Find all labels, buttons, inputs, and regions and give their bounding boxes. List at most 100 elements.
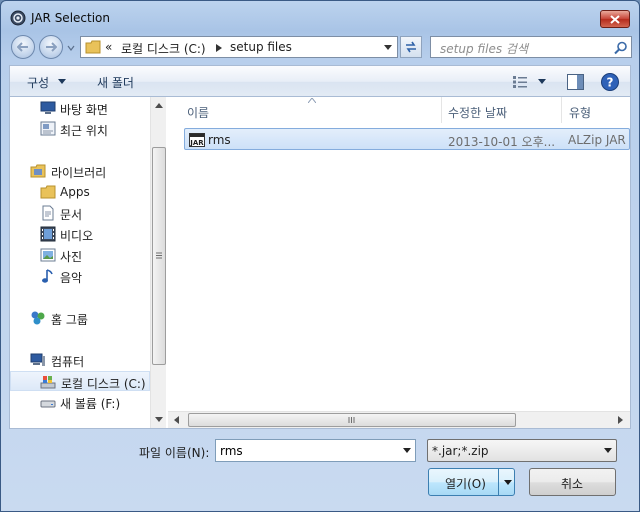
folder-icon (40, 185, 56, 199)
scroll-up-icon[interactable] (155, 103, 163, 108)
back-button[interactable] (11, 35, 35, 59)
sidebar-item-computer[interactable]: 컴퓨터 (10, 350, 150, 370)
grip-icon (348, 417, 355, 423)
open-split-button: 열기(O) (428, 468, 515, 496)
column-header-modified[interactable]: 수정한 날짜 (442, 97, 562, 123)
breadcrumb-separator-icon[interactable] (216, 44, 222, 52)
search-icon[interactable] (614, 41, 628, 55)
help-icon[interactable]: ? (601, 73, 619, 91)
sidebar-item-label: 라이브러리 (51, 166, 107, 180)
video-icon (40, 226, 56, 242)
view-list-icon[interactable] (512, 75, 528, 89)
recent-places-icon (40, 121, 56, 136)
file-dialog-window: JAR Selection « 로컬 디스크 (C:) setup files … (0, 0, 640, 512)
column-header-type[interactable]: 유형 (562, 97, 630, 123)
sidebar-item-label: 바탕 화면 (60, 103, 108, 117)
address-bar[interactable]: « 로컬 디스크 (C:) setup files (80, 36, 398, 58)
column-header-label: 수정한 날짜 (448, 106, 508, 120)
music-icon (42, 269, 53, 283)
chevron-down-icon[interactable] (504, 480, 512, 485)
scroll-down-icon[interactable] (155, 417, 163, 422)
sidebar-item-label: 홈 그룹 (51, 313, 88, 327)
sidebar-item-label: 사진 (60, 250, 83, 264)
refresh-button[interactable] (400, 36, 422, 58)
sidebar-item-libraries[interactable]: 라이브러리 (10, 161, 150, 181)
navigation-bar: « 로컬 디스크 (C:) setup files setup files 검색 (1, 33, 639, 63)
sidebar-item-label: Apps (60, 185, 90, 199)
documents-icon (42, 205, 54, 221)
sidebar-item-label: 최근 위치 (60, 124, 108, 138)
local-disk-icon (40, 376, 56, 389)
search-box[interactable]: setup files 검색 (430, 36, 632, 58)
scroll-right-icon[interactable] (618, 416, 623, 424)
title-bar[interactable]: JAR Selection (1, 1, 639, 31)
file-modified: 2013-10-01 오후... (448, 135, 556, 149)
navigation-pane: 바탕 화면 최근 위치 라이브러리 Apps 문서 비디오 사진 음악 홈 그룹… (10, 97, 166, 428)
breadcrumb-segment-local-disk[interactable]: 로컬 디스크 (C:) (121, 40, 206, 57)
sidebar-item-documents[interactable]: 문서 (10, 203, 150, 223)
open-button[interactable]: 열기(O) (429, 469, 499, 495)
scrollbar-thumb[interactable] (152, 147, 166, 365)
recent-pages-dropdown-icon[interactable] (66, 43, 76, 53)
close-button[interactable] (600, 10, 630, 28)
scroll-left-icon[interactable] (174, 416, 179, 424)
chevron-down-icon[interactable] (538, 79, 546, 84)
drive-icon (40, 400, 56, 408)
sort-ascending-icon (308, 98, 316, 103)
close-icon (610, 14, 620, 24)
window-title: JAR Selection (31, 11, 110, 25)
sidebar-item-video[interactable]: 비디오 (10, 224, 150, 244)
file-list-horizontal-scrollbar[interactable] (168, 411, 630, 428)
column-header-label: 유형 (569, 106, 592, 120)
homegroup-icon (31, 311, 45, 325)
filename-label: 파일 이름(N): (139, 446, 210, 460)
filename-input[interactable] (220, 442, 390, 459)
file-type: ALZip JAR Fi (568, 133, 628, 147)
sidebar-item-label: 문서 (60, 208, 83, 222)
preview-pane-icon[interactable] (567, 74, 584, 90)
cancel-button[interactable]: 취소 (529, 468, 616, 496)
refresh-icon (406, 41, 416, 53)
sidebar-item-recent-places[interactable]: 최근 위치 (10, 119, 150, 139)
sidebar-item-label: 컴퓨터 (51, 355, 85, 369)
filename-combobox[interactable] (215, 439, 416, 462)
svg-text:?: ? (607, 76, 614, 90)
file-row-rms[interactable]: JAR rms 2013-10-01 오후... ALZip JAR Fi (184, 128, 630, 150)
chevron-down-icon[interactable] (403, 448, 411, 453)
file-type-filter-select[interactable]: *.jar;*.zip (427, 439, 617, 462)
address-overflow-chevron[interactable]: « (105, 40, 112, 54)
java-app-icon (10, 10, 26, 26)
sidebar-item-label: 음악 (60, 271, 83, 285)
sidebar-item-homegroup[interactable]: 홈 그룹 (10, 308, 150, 328)
content-area: 바탕 화면 최근 위치 라이브러리 Apps 문서 비디오 사진 음악 홈 그룹… (9, 96, 631, 429)
arrow-left-icon (17, 42, 28, 52)
sidebar-item-music[interactable]: 음악 (10, 266, 150, 286)
scrollbar-thumb[interactable] (188, 413, 516, 427)
sidebar-item-desktop[interactable]: 바탕 화면 (10, 98, 150, 118)
chevron-down-icon[interactable] (58, 79, 66, 84)
chevron-down-icon[interactable] (384, 45, 392, 51)
new-folder-button[interactable]: 새 폴더 (97, 74, 134, 91)
search-input[interactable]: setup files 검색 (440, 40, 528, 57)
forward-button[interactable] (39, 35, 63, 59)
organize-button[interactable]: 구성 (27, 74, 49, 91)
file-list-pane: 이름 수정한 날짜 유형 JAR rms 2013-10-01 오후... AL… (168, 97, 630, 428)
sidebar-item-local-disk[interactable]: 로컬 디스크 (C:) (10, 371, 150, 391)
column-header-label: 이름 (187, 106, 210, 120)
sidebar-item-pictures[interactable]: 사진 (10, 245, 150, 265)
grip-icon (156, 252, 162, 259)
open-button-label: 열기(O) (445, 477, 486, 491)
cancel-button-label: 취소 (561, 477, 584, 491)
column-header-row: 이름 수정한 날짜 유형 (168, 97, 630, 123)
file-name: rms (208, 133, 231, 147)
sidebar-item-apps[interactable]: Apps (10, 182, 150, 202)
file-type-filter-value: *.jar;*.zip (432, 444, 489, 458)
breadcrumb-segment-setup-files[interactable]: setup files (230, 40, 292, 54)
arrow-right-icon (46, 42, 57, 52)
computer-icon (30, 353, 45, 366)
column-header-name[interactable]: 이름 (168, 97, 442, 123)
sidebar-item-new-volume[interactable]: 새 볼륨 (F:) (10, 392, 150, 412)
sidebar-item-label: 로컬 디스크 (C:) (61, 377, 146, 391)
sidebar-item-label: 새 볼륨 (F:) (60, 397, 121, 411)
navigation-pane-scrollbar[interactable] (150, 97, 166, 428)
